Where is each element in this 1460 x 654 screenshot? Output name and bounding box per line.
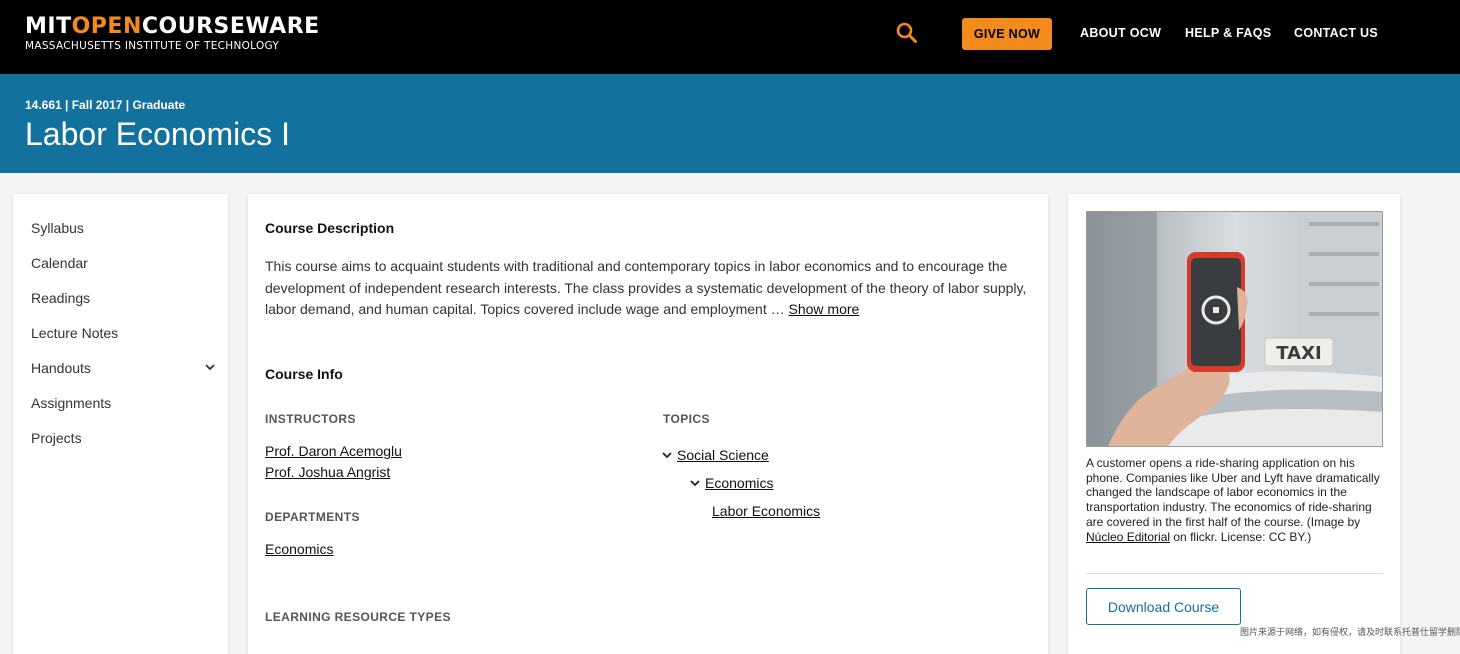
course-main-content: Course Description This course aims to a… — [248, 194, 1048, 654]
nav-contact-us[interactable]: CONTACT US — [1294, 26, 1378, 40]
chevron-down-icon[interactable] — [661, 448, 673, 460]
course-description-text: This course aims to acquaint students wi… — [265, 258, 1027, 317]
course-meta: 14.661 | Fall 2017 | Graduate — [25, 98, 186, 112]
caption-tail: on flickr. License: CC BY.) — [1170, 529, 1312, 544]
divider — [1086, 573, 1383, 574]
watermark-text: 图片来源于网络，如有侵权，请及时联系托普仕留学删除 — [1240, 627, 1460, 637]
course-info-heading: Course Info — [265, 366, 343, 382]
sidebar-item-calendar[interactable]: Calendar — [31, 255, 88, 271]
learning-resource-types-label: LEARNING RESOURCE TYPES — [265, 610, 451, 624]
course-image-panel: TAXI A customer opens a ride-sharing app… — [1068, 194, 1400, 654]
topic-link-labor-economics[interactable]: Labor Economics — [712, 503, 820, 519]
course-sidebar: Syllabus Calendar Readings Lecture Notes… — [13, 194, 228, 654]
sidebar-item-syllabus[interactable]: Syllabus — [31, 220, 84, 236]
caption-text: A customer opens a ride-sharing applicat… — [1086, 456, 1380, 529]
course-banner: 14.661 | Fall 2017 | Graduate Labor Econ… — [0, 74, 1460, 173]
topics-label: TOPICS — [663, 412, 710, 426]
phone-photo: TAXI — [1086, 211, 1383, 447]
show-more-link[interactable]: Show more — [789, 301, 860, 317]
instructor-link[interactable]: Prof. Joshua Angrist — [265, 464, 390, 480]
search-icon[interactable] — [894, 20, 920, 46]
photo-caption: A customer opens a ride-sharing applicat… — [1086, 456, 1383, 544]
sidebar-item-projects[interactable]: Projects — [31, 430, 82, 446]
mit-ocw-logo[interactable]: MITOPENCOURSEWARE MASSACHUSETTS INSTITUT… — [25, 14, 320, 53]
instructors-label: INSTRUCTORS — [265, 412, 356, 426]
departments-label: DEPARTMENTS — [265, 510, 360, 524]
chevron-down-icon[interactable] — [204, 360, 216, 372]
course-description-heading: Course Description — [265, 220, 395, 236]
sidebar-item-handouts[interactable]: Handouts — [31, 360, 91, 376]
download-course-button[interactable]: Download Course — [1086, 588, 1241, 625]
logo-subtitle: MASSACHUSETTS INSTITUTE OF TECHNOLOGY — [25, 40, 280, 52]
top-navigation-bar: MITOPENCOURSEWARE MASSACHUSETTS INSTITUT… — [0, 0, 1460, 74]
topic-link-social-science[interactable]: Social Science — [677, 447, 769, 463]
sidebar-item-lecture-notes[interactable]: Lecture Notes — [31, 325, 118, 341]
caption-credit-link[interactable]: Núcleo Editorial — [1086, 530, 1170, 544]
chevron-down-icon[interactable] — [689, 476, 701, 488]
page-title: Labor Economics I — [25, 116, 291, 152]
instructor-link[interactable]: Prof. Daron Acemoglu — [265, 443, 402, 459]
sidebar-item-readings[interactable]: Readings — [31, 290, 90, 306]
topic-link-economics[interactable]: Economics — [705, 475, 773, 491]
nav-about-ocw[interactable]: ABOUT OCW — [1080, 26, 1161, 40]
department-link[interactable]: Economics — [265, 541, 333, 557]
sidebar-item-assignments[interactable]: Assignments — [31, 395, 111, 411]
nav-help-faqs[interactable]: HELP & FAQS — [1185, 26, 1271, 40]
course-description: This course aims to acquaint students wi… — [265, 256, 1035, 321]
taxi-sign: TAXI — [1276, 343, 1321, 364]
logo-wordmark: MITOPENCOURSEWARE — [25, 14, 320, 39]
give-now-button[interactable]: GIVE NOW — [962, 18, 1052, 50]
